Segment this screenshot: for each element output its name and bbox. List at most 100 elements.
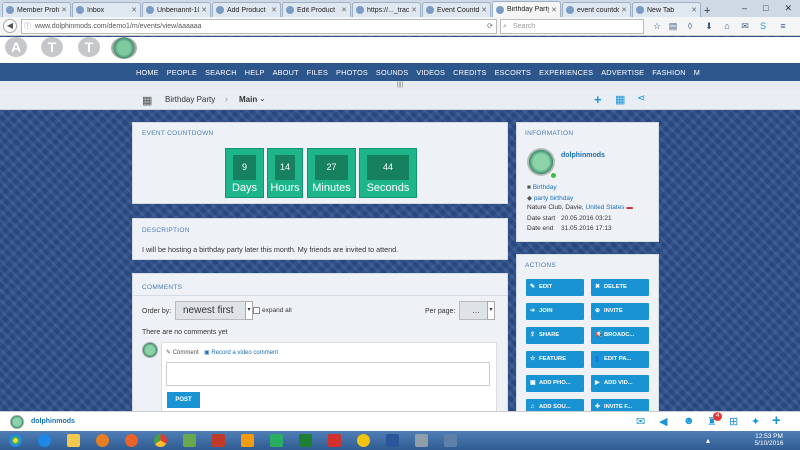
network-taskbar-icon[interactable] bbox=[438, 432, 462, 449]
share-icon[interactable]: ⋖ bbox=[637, 93, 645, 104]
browser-tab[interactable]: Event Countdo...✕ bbox=[422, 2, 491, 17]
browser-tab[interactable]: event countdow...✕ bbox=[562, 2, 631, 17]
menu-item[interactable]: VIDEOS bbox=[416, 68, 445, 77]
avatar[interactable] bbox=[142, 342, 158, 358]
word-taskbar-icon[interactable] bbox=[380, 432, 404, 449]
menu-item[interactable]: ESCORTS bbox=[495, 68, 532, 77]
breadcrumb-title[interactable]: Birthday Party bbox=[165, 95, 215, 104]
broadc-button[interactable]: 📢 BROADC... bbox=[591, 327, 649, 344]
paint-taskbar-icon[interactable] bbox=[264, 432, 288, 449]
browser-tab[interactable]: Member Profile...✕ bbox=[2, 2, 71, 17]
add-vid-button[interactable]: ▶ ADD VID... bbox=[591, 375, 649, 392]
edit-pa-button[interactable]: 👥 EDIT PA... bbox=[591, 351, 649, 368]
close-tab-icon[interactable]: ✕ bbox=[551, 6, 557, 14]
excel-taskbar-icon[interactable] bbox=[293, 432, 317, 449]
close-tab-icon[interactable]: ✕ bbox=[341, 6, 347, 14]
close-tab-icon[interactable]: ✕ bbox=[481, 6, 487, 14]
post-button[interactable]: POST bbox=[167, 392, 200, 408]
menu-item[interactable]: PHOTOS bbox=[336, 68, 368, 77]
edit-button[interactable]: ✎ EDIT bbox=[526, 279, 584, 296]
invite-button[interactable]: ⊕ INVITE bbox=[591, 303, 649, 320]
menu-item[interactable]: SOUNDS bbox=[376, 68, 408, 77]
ie-taskbar-icon[interactable] bbox=[32, 432, 56, 449]
browser-tab[interactable]: Inbox ✕ bbox=[72, 2, 141, 17]
tray-arrow-icon[interactable]: ▴ bbox=[706, 436, 710, 445]
browser-tab[interactable]: Edit Product ✕ bbox=[282, 2, 351, 17]
chrome-taskbar-icon[interactable] bbox=[148, 432, 172, 449]
menu-item[interactable]: HOME bbox=[136, 68, 159, 77]
chat-icon[interactable]: ✉ bbox=[738, 19, 752, 33]
browser-tab[interactable]: Add Product ✕ bbox=[212, 2, 281, 17]
join-button[interactable]: ➔ JOIN bbox=[526, 303, 584, 320]
photoshop-taskbar-icon[interactable] bbox=[409, 432, 433, 449]
close-tab-icon[interactable]: ✕ bbox=[131, 6, 137, 14]
menu-item[interactable]: CREDITS bbox=[453, 68, 486, 77]
maximize-icon[interactable]: □ bbox=[763, 3, 768, 14]
skype-icon[interactable]: S bbox=[756, 19, 770, 33]
avatar[interactable]: T bbox=[78, 37, 100, 57]
expand-all-checkbox[interactable] bbox=[253, 307, 260, 314]
add-icon[interactable]: + bbox=[772, 412, 781, 429]
menu-item[interactable]: EXPERIENCES bbox=[539, 68, 593, 77]
avatar[interactable]: A bbox=[5, 37, 27, 57]
megaphone-icon[interactable]: ◀ bbox=[659, 415, 667, 428]
close-tab-icon[interactable]: ✕ bbox=[271, 6, 277, 14]
firefox-taskbar-icon[interactable] bbox=[119, 432, 143, 449]
add-icon[interactable]: + bbox=[594, 92, 602, 107]
menu-item[interactable]: FASHION bbox=[652, 68, 685, 77]
filezilla-taskbar-icon[interactable] bbox=[206, 432, 230, 449]
download-icon[interactable]: ⬇ bbox=[702, 19, 716, 33]
library-icon[interactable]: ▤ bbox=[666, 19, 680, 33]
menu-grip[interactable]: |||| bbox=[0, 81, 800, 90]
site-logo[interactable] bbox=[111, 37, 137, 59]
close-tab-icon[interactable]: ✕ bbox=[201, 6, 207, 14]
country-link[interactable]: United States bbox=[586, 204, 625, 211]
menu-item[interactable]: ADVERTISE bbox=[601, 68, 644, 77]
taskbar-clock[interactable]: 12:53 PM 5/10/2016 bbox=[740, 433, 798, 447]
close-tab-icon[interactable]: ✕ bbox=[61, 6, 67, 14]
breadcrumb-section[interactable]: Main bbox=[239, 95, 257, 104]
reload-icon[interactable]: ⟳ bbox=[487, 20, 493, 33]
yellow-app-taskbar-icon[interactable] bbox=[351, 432, 375, 449]
browser-tab[interactable]: https://..._tracker✕ bbox=[352, 2, 421, 17]
close-window-icon[interactable]: ✕ bbox=[784, 3, 792, 14]
footer-username[interactable]: dolphinmods bbox=[31, 418, 75, 425]
explorer-taskbar-icon[interactable] bbox=[61, 432, 85, 449]
media-player-taskbar-icon[interactable] bbox=[90, 432, 114, 449]
chevron-down-icon[interactable]: ⌄ bbox=[259, 94, 266, 103]
order-select[interactable]: newest first bbox=[175, 301, 251, 320]
pocket-icon[interactable]: ◊ bbox=[683, 19, 697, 33]
avatar[interactable]: T bbox=[41, 37, 63, 57]
outlook-taskbar-icon[interactable] bbox=[235, 432, 259, 449]
menu-item[interactable]: PEOPLE bbox=[167, 68, 197, 77]
close-tab-icon[interactable]: ✕ bbox=[621, 6, 627, 14]
calendar-add-icon[interactable]: ▦ bbox=[615, 93, 625, 106]
menu-item[interactable]: SEARCH bbox=[205, 68, 237, 77]
menu-item[interactable]: HELP bbox=[245, 68, 265, 77]
minimize-icon[interactable]: – bbox=[742, 3, 747, 14]
bookmark-star-icon[interactable]: ☆ bbox=[650, 19, 664, 33]
comment-textarea[interactable] bbox=[166, 362, 490, 386]
menu-icon[interactable]: ≡ bbox=[776, 19, 790, 33]
mail-icon[interactable]: ✉ bbox=[636, 415, 645, 428]
menu-item[interactable]: M bbox=[694, 68, 700, 77]
video-comment-tab[interactable]: ▣ Record a video comment bbox=[204, 349, 278, 356]
browser-tab[interactable]: Birthday Party ✕ bbox=[492, 1, 561, 17]
menu-item[interactable]: ABOUT bbox=[273, 68, 299, 77]
add-pho-button[interactable]: ▣ ADD PHO... bbox=[526, 375, 584, 392]
browser-tab[interactable]: Unbenannt-10.png (...✕ bbox=[142, 2, 211, 17]
author-avatar[interactable] bbox=[527, 148, 555, 176]
wrench-icon[interactable]: ✦ bbox=[751, 415, 760, 428]
browser-tab[interactable]: New Tab ✕ bbox=[632, 2, 701, 17]
address-bar[interactable]: ⓘ www.dolphinmods.com/demo1/m/events/vie… bbox=[21, 19, 497, 34]
frog-taskbar-icon[interactable] bbox=[177, 432, 201, 449]
acrobat-taskbar-icon[interactable] bbox=[322, 432, 346, 449]
share-button[interactable]: ⇪ SHARE bbox=[526, 327, 584, 344]
dropdown-arrow-icon[interactable]: ▾ bbox=[245, 301, 253, 320]
menu-item[interactable]: FILES bbox=[307, 68, 328, 77]
home-icon[interactable]: ⌂ bbox=[720, 19, 734, 33]
avatar[interactable] bbox=[10, 415, 24, 429]
back-button[interactable]: ◀ bbox=[3, 19, 17, 33]
feature-button[interactable]: ☆ FEATURE bbox=[526, 351, 584, 368]
close-tab-icon[interactable]: ✕ bbox=[411, 6, 417, 14]
